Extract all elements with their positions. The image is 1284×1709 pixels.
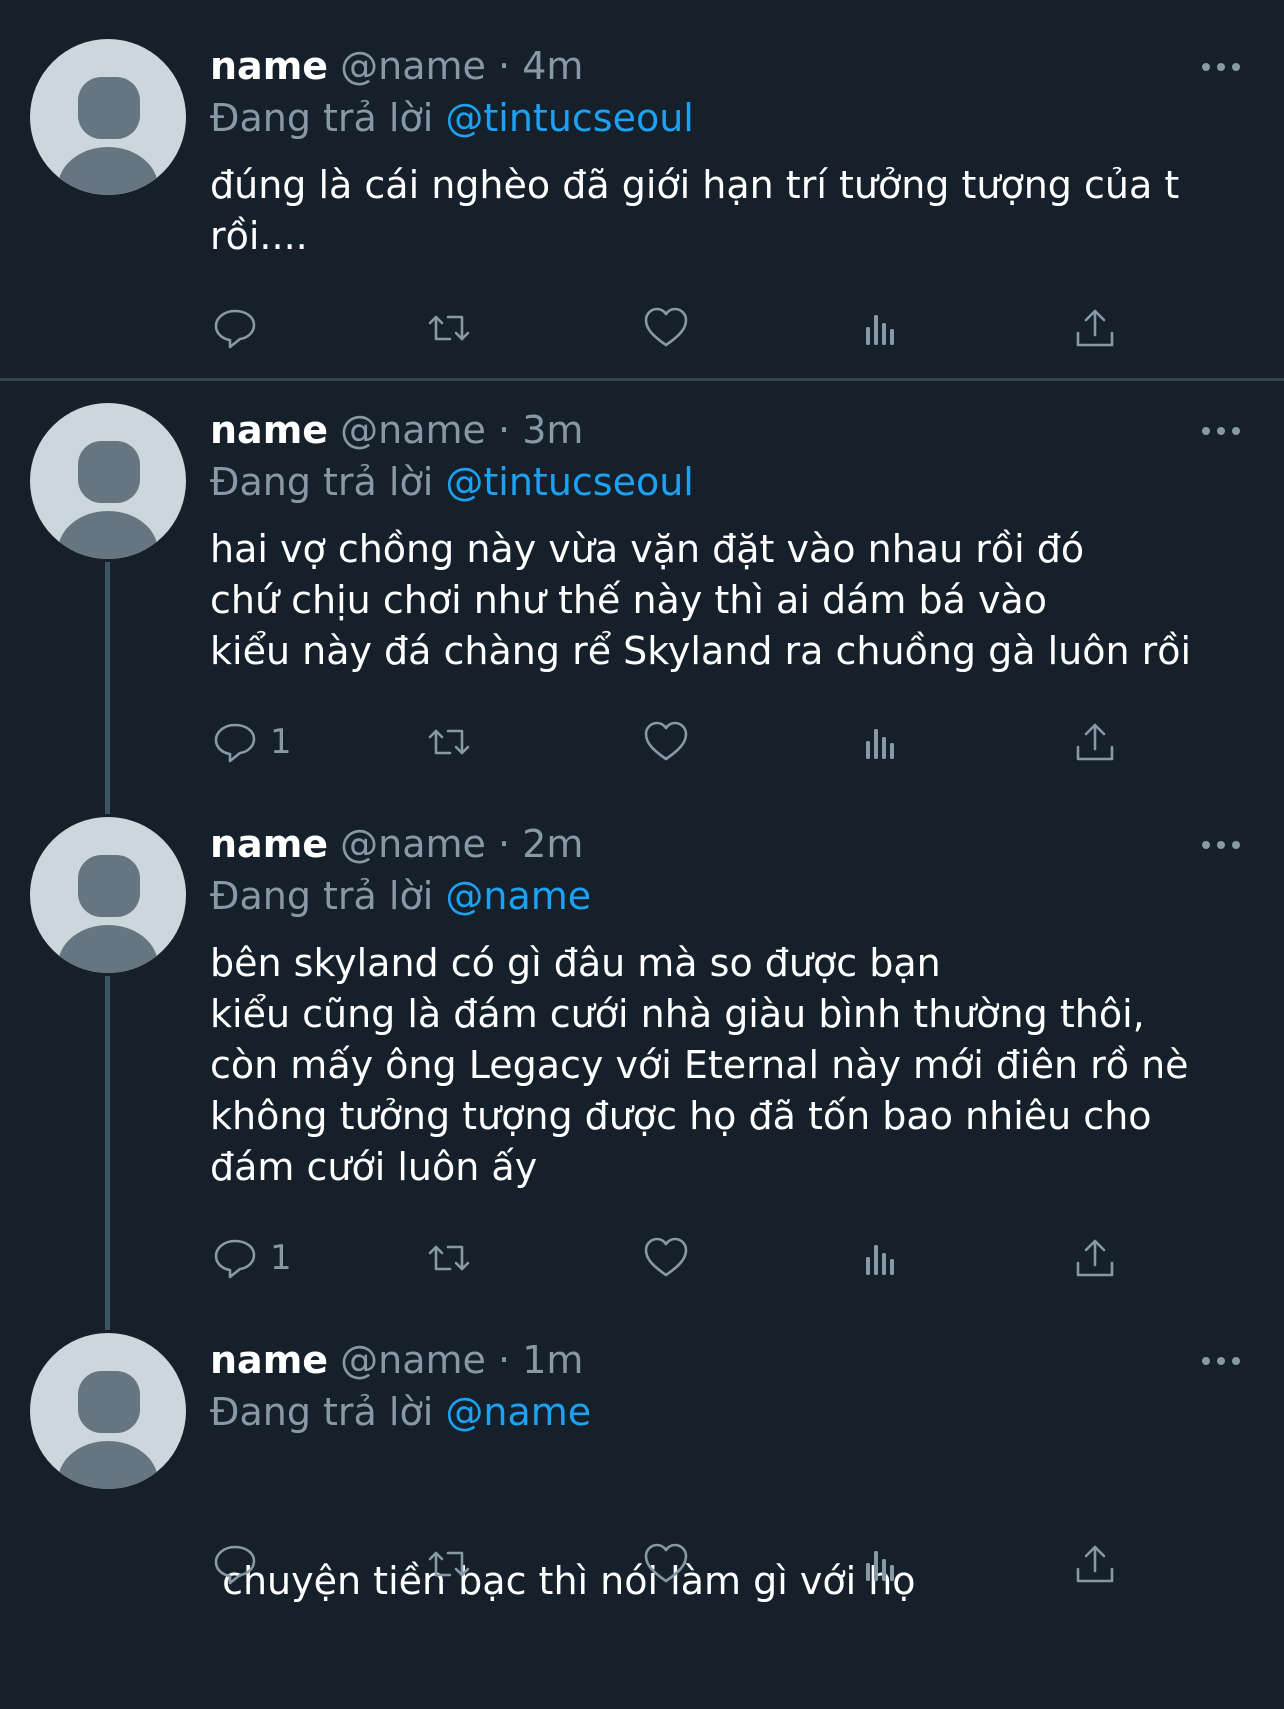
tweet-text-line: kiểu cũng là đám cưới nhà giàu bình thườ… [210, 992, 1145, 1036]
timestamp[interactable]: · 2m [498, 822, 583, 866]
reply-count: 1 [270, 1238, 292, 1278]
reply-icon [210, 1539, 260, 1589]
share-icon [1070, 1539, 1120, 1589]
tweet-text-line: chứ chịu chơi như thế này thì ai dám bá … [210, 578, 1047, 622]
retweet-button[interactable] [424, 712, 474, 772]
user-handle[interactable]: @name [340, 44, 486, 88]
user-handle[interactable]: @name [340, 1338, 486, 1382]
share-button[interactable] [1070, 1228, 1120, 1288]
more-icon[interactable] [1202, 1356, 1240, 1366]
share-icon [1070, 303, 1120, 353]
mention-link[interactable]: @name [445, 874, 591, 918]
like-button[interactable] [641, 712, 691, 772]
tweet-text-line: còn mấy ông Legacy với Eternal này mới đ… [210, 1043, 1189, 1087]
tweet-actions: 1 [0, 712, 1284, 772]
heart-icon [641, 717, 691, 767]
analytics-icon [856, 1539, 906, 1589]
analytics-icon [856, 1233, 906, 1283]
avatar[interactable] [30, 817, 186, 973]
reply-button[interactable]: 1 [210, 1228, 292, 1288]
share-icon [1070, 1233, 1120, 1283]
tweet-text-line: hai vợ chồng này vừa vặn đặt vào nhau rồ… [210, 527, 1085, 571]
timestamp[interactable]: · 1m [498, 1338, 583, 1382]
replying-to: Đang trả lời @tintucseoul [210, 456, 694, 508]
tweet-actions: 1 [0, 1228, 1284, 1288]
tweet-text-line: rồi.... [210, 214, 308, 258]
tweet-text-line: đúng là cái nghèo đã giới hạn trí tưởng … [210, 163, 1180, 207]
analytics-button[interactable] [856, 1534, 906, 1594]
user-handle[interactable]: @name [340, 408, 486, 452]
retweet-icon [424, 717, 474, 767]
tweet-text-line: kiểu này đá chàng rể Skyland ra chuồng g… [210, 629, 1192, 673]
analytics-icon [856, 717, 906, 767]
retweet-icon [424, 1539, 474, 1589]
share-button[interactable] [1070, 712, 1120, 772]
tweet-text-line: không tưởng tượng được họ đã tốn bao nhi… [210, 1094, 1152, 1138]
display-name[interactable]: name [210, 822, 328, 866]
user-handle[interactable]: @name [340, 822, 486, 866]
mention-link[interactable]: @name [445, 1390, 591, 1434]
timestamp[interactable]: · 4m [498, 44, 583, 88]
more-icon[interactable] [1202, 840, 1240, 850]
replying-to: Đang trả lời @name [210, 1386, 591, 1438]
analytics-button[interactable] [856, 712, 906, 772]
tweet[interactable]: name @name · 4m Đang trả lời @tintucseou… [0, 0, 1284, 378]
tweet-text: hai vợ chồng này vừa vặn đặt vào nhau rồ… [210, 524, 1250, 677]
tweet[interactable]: name @name · 1m Đang trả lời @name chuyệ… [0, 1294, 1284, 1617]
tweet-actions [0, 1534, 1284, 1594]
retweet-button[interactable] [424, 1534, 474, 1594]
mention-link[interactable]: @tintucseoul [445, 460, 693, 504]
tweet-text: bên skyland có gì đâu mà so được bạn kiể… [210, 938, 1250, 1193]
replying-to-label: Đang trả lời [210, 96, 434, 140]
more-icon[interactable] [1202, 62, 1240, 72]
tweet-header: name @name · 4m [210, 40, 583, 92]
reply-button[interactable]: 1 [210, 712, 292, 772]
reply-button[interactable] [210, 1534, 270, 1594]
tweet-header: name @name · 1m [210, 1334, 583, 1386]
reply-icon [210, 303, 260, 353]
reply-button[interactable] [210, 298, 270, 358]
analytics-icon [856, 303, 906, 353]
like-button[interactable] [641, 1228, 691, 1288]
timestamp[interactable]: · 3m [498, 408, 583, 452]
share-icon [1070, 717, 1120, 767]
replying-to-label: Đang trả lời [210, 874, 434, 918]
replying-to: Đang trả lời @name [210, 870, 591, 922]
replying-to-label: Đang trả lời [210, 1390, 434, 1434]
reply-icon [210, 1233, 260, 1283]
display-name[interactable]: name [210, 408, 328, 452]
tweet-text-line: bên skyland có gì đâu mà so được bạn [210, 941, 941, 985]
share-button[interactable] [1070, 298, 1120, 358]
display-name[interactable]: name [210, 1338, 328, 1382]
reply-icon [210, 717, 260, 767]
tweet-text: đúng là cái nghèo đã giới hạn trí tưởng … [210, 160, 1250, 262]
avatar[interactable] [30, 403, 186, 559]
heart-icon [641, 1539, 691, 1589]
share-button[interactable] [1070, 1534, 1120, 1594]
tweet-header: name @name · 3m [210, 404, 583, 456]
replying-to-label: Đang trả lời [210, 460, 434, 504]
like-button[interactable] [641, 1534, 691, 1594]
retweet-icon [424, 303, 474, 353]
avatar[interactable] [30, 39, 186, 195]
analytics-button[interactable] [856, 298, 906, 358]
tweet[interactable]: name @name · 2m Đang trả lời @name bên s… [0, 778, 1284, 1318]
analytics-button[interactable] [856, 1228, 906, 1288]
tweet-header: name @name · 2m [210, 818, 583, 870]
retweet-button[interactable] [424, 1228, 474, 1288]
more-icon[interactable] [1202, 426, 1240, 436]
retweet-button[interactable] [424, 298, 474, 358]
tweet[interactable]: name @name · 3m Đang trả lời @tintucseou… [0, 364, 1284, 804]
like-button[interactable] [641, 298, 691, 358]
heart-icon [641, 303, 691, 353]
avatar[interactable] [30, 1333, 186, 1489]
reply-count: 1 [270, 722, 292, 762]
mention-link[interactable]: @tintucseoul [445, 96, 693, 140]
replying-to: Đang trả lời @tintucseoul [210, 92, 694, 144]
heart-icon [641, 1233, 691, 1283]
display-name[interactable]: name [210, 44, 328, 88]
tweet-text-line: đám cưới luôn ấy [210, 1145, 538, 1189]
tweet-actions [0, 298, 1284, 358]
retweet-icon [424, 1233, 474, 1283]
